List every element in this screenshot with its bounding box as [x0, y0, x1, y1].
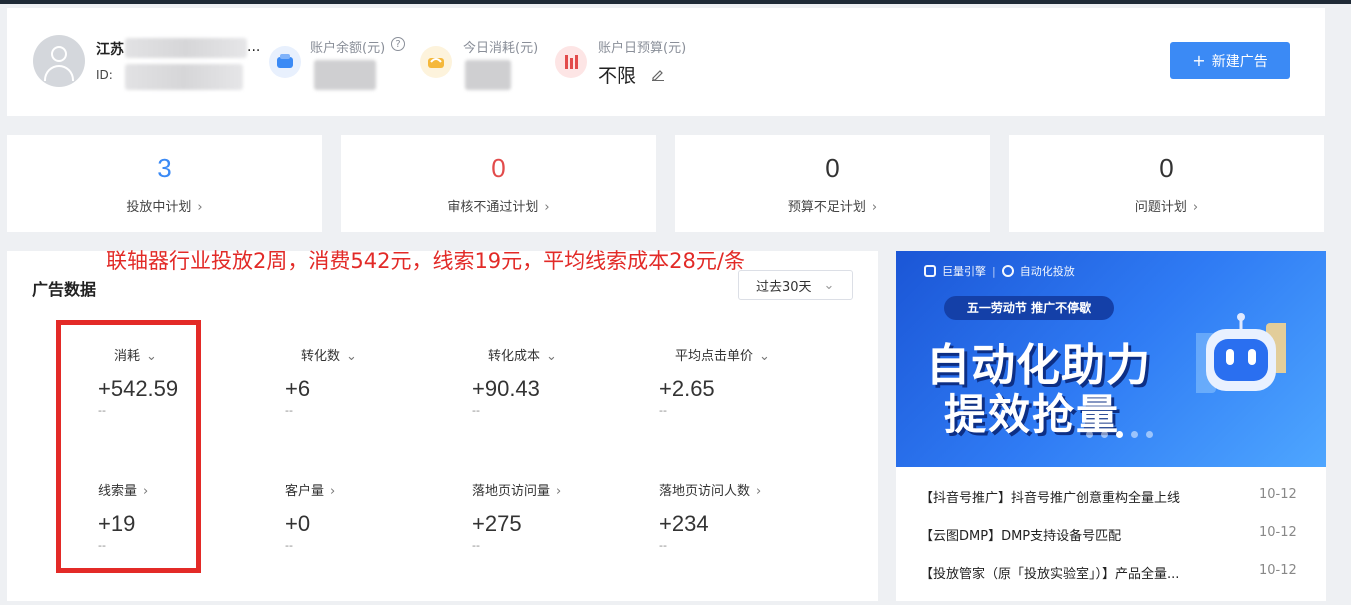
top-strip — [0, 0, 1351, 4]
date-range-select[interactable]: 过去30天 ⌄ — [738, 270, 853, 300]
plan-card-low-budget[interactable]: 0 预算不足计划 › — [675, 135, 990, 232]
metric-conversions[interactable]: 转化数 ⌄ +6 -- — [285, 345, 455, 417]
news-item[interactable]: 【云图DMP】DMP支持设备号匹配 10-12 — [896, 515, 1326, 553]
wallet-icon — [269, 46, 301, 78]
metric-label: 转化成本 — [488, 349, 541, 364]
avatar[interactable] — [33, 35, 85, 87]
banner-brand: 巨量引擎 — [942, 265, 986, 278]
metric-compare: -- — [285, 539, 293, 552]
metric-value: +0 — [285, 511, 311, 536]
news-title: 【云图DMP】DMP支持设备号匹配 — [920, 529, 1122, 544]
chevron-right-icon: › — [197, 200, 203, 215]
edit-icon[interactable] — [651, 66, 665, 85]
metric-landing-visitors[interactable]: 落地页访问人数 › +234 -- — [659, 480, 829, 552]
plan-label: 预算不足计划 — [787, 200, 866, 215]
account-name-suffix: ... — [247, 39, 261, 55]
highlight-box — [56, 320, 201, 573]
news-item[interactable]: 【抖音号推广】抖音号推广创意重构全量上线 10-12 — [896, 477, 1326, 515]
annotation-text: 联轴器行业投放2周，消费542元，线索19元，平均线索成本28元/条 — [106, 249, 745, 273]
metric-avg-cpc[interactable]: 平均点击单价 ⌄ +2.65 -- — [659, 345, 829, 417]
news-date: 10-12 — [1259, 525, 1297, 540]
today-spend-label: 今日消耗(元) — [463, 41, 539, 56]
banner-pill: 五一劳动节 推广不停歇 — [944, 296, 1114, 320]
plan-label: 投放中计划 — [126, 200, 192, 215]
banner-brand-2: 自动化投放 — [1019, 265, 1075, 278]
redacted-id — [125, 64, 243, 90]
metric-customers[interactable]: 客户量 › +0 -- — [285, 480, 455, 552]
help-icon[interactable]: ? — [391, 37, 405, 51]
metric-label: 客户量 — [285, 484, 325, 499]
metric-value: +234 — [659, 511, 709, 536]
plan-count: 0 — [825, 153, 840, 183]
plan-count: 0 — [1159, 153, 1174, 183]
chevron-down-icon: ⌄ — [346, 349, 357, 364]
daily-budget-value: 不限 — [598, 65, 637, 87]
news-date: 10-12 — [1259, 487, 1297, 502]
metric-value: +2.65 — [659, 376, 715, 401]
account-name: 江苏 — [96, 42, 124, 58]
account-header: 江苏 ... ID: 账户余额(元) ? 今日消耗(元) 账户日预算(元) 不限… — [7, 8, 1325, 116]
metric-label: 落地页访问量 — [472, 484, 551, 499]
brand-logo-icon — [924, 265, 936, 277]
metric-label: 转化数 — [301, 349, 341, 364]
coin-icon — [420, 46, 452, 78]
metric-value: +90.43 — [472, 376, 540, 401]
metric-compare: -- — [472, 539, 480, 552]
daily-budget-label: 账户日预算(元) — [598, 41, 687, 56]
plan-card-rejected[interactable]: 0 审核不通过计划 › — [341, 135, 656, 232]
carousel-dots[interactable] — [1086, 431, 1153, 438]
new-ad-button[interactable]: + 新建广告 — [1170, 42, 1290, 79]
chevron-right-icon: › — [556, 484, 562, 499]
chevron-right-icon: › — [544, 200, 550, 215]
budget-icon — [555, 46, 587, 78]
news-item[interactable]: 【投放管家（原「投放实验室」）】产品全量... 10-12 — [896, 553, 1326, 591]
metric-compare: -- — [659, 404, 667, 417]
metric-landing-visits[interactable]: 落地页访问量 › +275 -- — [472, 480, 642, 552]
chevron-down-icon: ⌄ — [546, 349, 557, 364]
plan-card-problem[interactable]: 0 问题计划 › — [1009, 135, 1324, 232]
redacted-name — [125, 38, 247, 58]
metric-label: 平均点击单价 — [675, 349, 754, 364]
section-title: 广告数据 — [32, 280, 97, 299]
balance-label: 账户余额(元) — [310, 41, 386, 56]
plan-count: 3 — [157, 153, 172, 183]
plan-card-active[interactable]: 3 投放中计划 › — [7, 135, 322, 232]
redacted-balance — [314, 60, 376, 90]
chevron-down-icon: ⌄ — [823, 277, 835, 293]
chevron-right-icon: › — [1192, 200, 1199, 215]
date-range-value: 过去30天 — [756, 279, 812, 295]
news-title: 【抖音号推广】抖音号推广创意重构全量上线 — [920, 491, 1181, 506]
metric-label: 落地页访问人数 — [659, 484, 751, 499]
plan-label: 审核不通过计划 — [447, 200, 539, 215]
plan-count: 0 — [491, 153, 506, 183]
metric-conversion-cost[interactable]: 转化成本 ⌄ +90.43 -- — [472, 345, 642, 417]
robot-icon — [1196, 313, 1286, 393]
chevron-right-icon: › — [330, 484, 336, 499]
metric-compare: -- — [659, 539, 667, 552]
autopilot-icon — [1001, 265, 1014, 277]
plan-label: 问题计划 — [1134, 200, 1187, 215]
redacted-spend — [465, 60, 511, 90]
metric-value: +6 — [285, 376, 311, 401]
chevron-right-icon: › — [871, 200, 878, 215]
account-id-label: ID: — [96, 68, 113, 82]
metric-compare: -- — [285, 404, 293, 417]
new-ad-label: 新建广告 — [1211, 53, 1268, 70]
promo-banner[interactable]: 巨量引擎 | 自动化投放 五一劳动节 推广不停歇 自动化助力 提效抢量 — [896, 251, 1326, 467]
chevron-right-icon: › — [756, 484, 762, 499]
plus-icon: + — [1192, 51, 1206, 70]
news-date: 10-12 — [1259, 563, 1297, 578]
news-title: 【投放管家（原「投放实验室」）】产品全量... — [920, 567, 1180, 582]
side-panel: 巨量引擎 | 自动化投放 五一劳动节 推广不停歇 自动化助力 提效抢量 【抖音号… — [896, 251, 1326, 601]
chevron-down-icon: ⌄ — [759, 349, 770, 364]
metric-value: +275 — [472, 511, 522, 536]
metric-compare: -- — [472, 404, 480, 417]
user-icon — [51, 46, 67, 62]
